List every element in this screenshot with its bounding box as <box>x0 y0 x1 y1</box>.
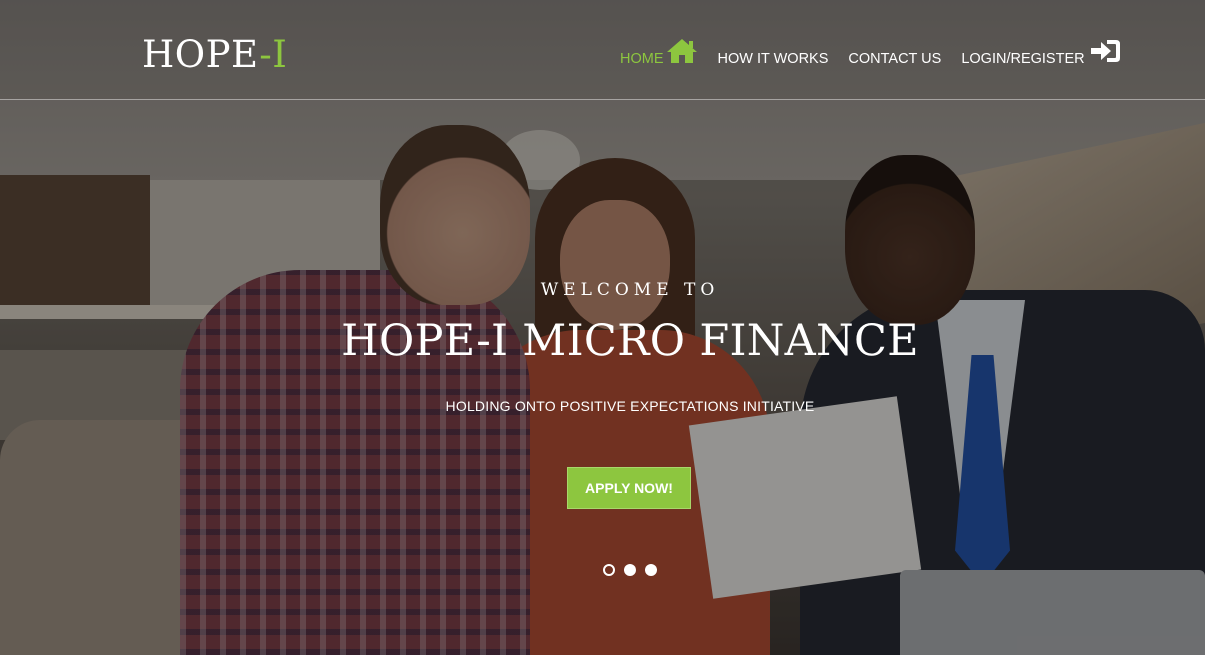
nav-item-label: HOW IT WORKS <box>717 51 829 67</box>
carousel-dot-3[interactable] <box>645 564 657 576</box>
nav-item-label: LOGIN/REGISTER <box>961 51 1085 67</box>
sign-in-icon <box>1089 38 1121 68</box>
logo-main-text: HOPE <box>142 33 260 76</box>
site-logo[interactable]: HOPE-I <box>142 33 287 76</box>
hero-title: HOPE-I MICRO FINANCE <box>341 316 919 366</box>
hero-section: HOPE-I HOME HOW IT WORKS CONTACT US LOGI… <box>0 0 1205 655</box>
nav-item-login-register[interactable]: LOGIN/REGISTER <box>961 38 1120 68</box>
nav-item-label: HOME <box>620 51 664 67</box>
nav-item-contact-us[interactable]: CONTACT US <box>848 52 941 68</box>
carousel-dot-2[interactable] <box>624 564 636 576</box>
logo-accent-text: -I <box>259 33 288 76</box>
carousel-dot-1[interactable] <box>603 564 615 576</box>
home-icon <box>666 38 698 68</box>
hero-welcome-text: WELCOME TO <box>540 280 720 300</box>
nav-item-home[interactable]: HOME <box>620 38 698 68</box>
hero-subtitle: HOLDING ONTO POSITIVE EXPECTATIONS INITI… <box>445 398 815 414</box>
carousel-indicators <box>603 564 657 576</box>
apply-now-button[interactable]: APPLY NOW! <box>567 467 691 509</box>
main-nav: HOME HOW IT WORKS CONTACT US LOGIN/REGIS… <box>620 38 1121 68</box>
top-navbar: HOPE-I HOME HOW IT WORKS CONTACT US LOGI… <box>0 0 1205 100</box>
nav-item-how-it-works[interactable]: HOW IT WORKS <box>718 52 829 68</box>
nav-item-label: CONTACT US <box>848 51 942 67</box>
